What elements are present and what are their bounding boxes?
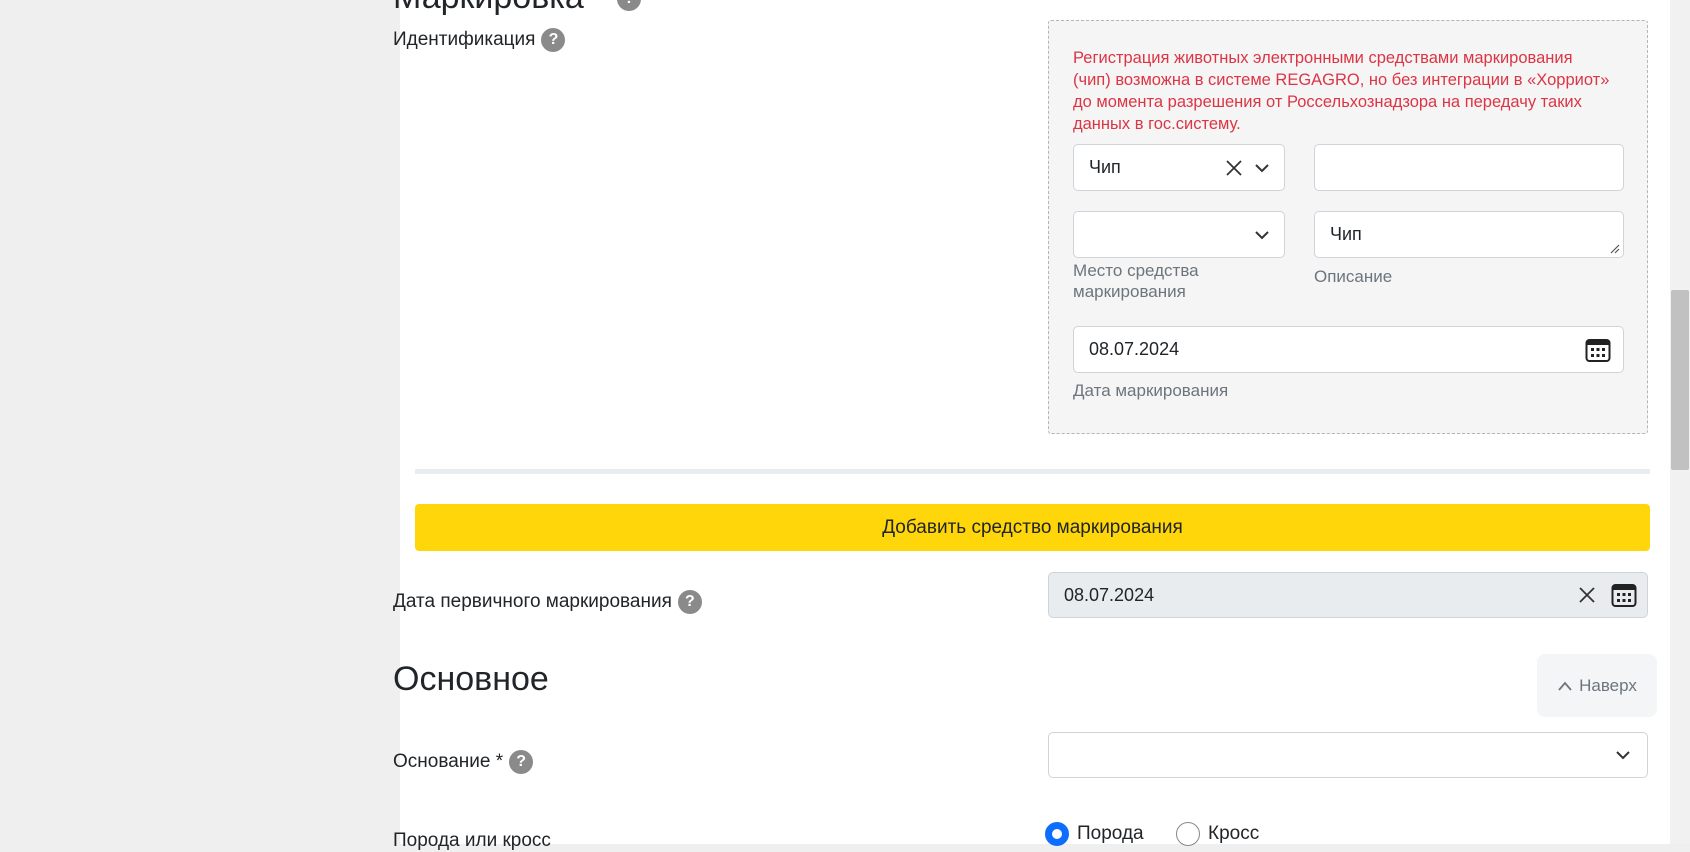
primary-marking-date-value: 08.07.2024 bbox=[1064, 584, 1155, 605]
identification-label-text: Идентификация bbox=[393, 29, 536, 50]
primary-marking-date-input[interactable]: 08.07.2024 bbox=[1048, 572, 1648, 618]
marking-number-input[interactable] bbox=[1314, 144, 1624, 191]
scrollbar-thumb[interactable] bbox=[1671, 290, 1689, 470]
scroll-to-top-label: Наверх bbox=[1579, 675, 1637, 695]
chevron-down-icon[interactable] bbox=[1254, 227, 1270, 243]
marking-type-value: Чип bbox=[1089, 157, 1121, 177]
marking-date-input[interactable]: 08.07.2024 bbox=[1073, 326, 1624, 373]
chevron-down-icon[interactable] bbox=[1254, 160, 1270, 176]
marking-place-label: Место средства маркирования bbox=[1073, 261, 1199, 301]
basis-select[interactable] bbox=[1048, 732, 1648, 778]
primary-marking-date-label: Дата первичного маркирования ? bbox=[393, 590, 702, 614]
radio-breed-label: Порода bbox=[1077, 823, 1144, 844]
section-title-marking-text: Маркировка bbox=[393, 0, 584, 16]
scroll-to-top-button[interactable]: Наверх bbox=[1537, 654, 1657, 717]
chevron-down-icon[interactable] bbox=[1615, 747, 1631, 763]
chip-warning-text: Регистрация животных электронными средст… bbox=[1073, 49, 1610, 133]
clear-icon[interactable] bbox=[1224, 158, 1244, 178]
radio-cross[interactable]: Кросс bbox=[1176, 822, 1259, 846]
radio-breed-control[interactable] bbox=[1045, 822, 1069, 846]
calendar-icon[interactable] bbox=[1585, 337, 1611, 363]
add-marking-device-button[interactable]: Добавить средство маркирования bbox=[415, 504, 1650, 551]
primary-marking-date-label-text: Дата первичного маркирования bbox=[393, 591, 672, 612]
radio-cross-control[interactable] bbox=[1176, 822, 1200, 846]
radio-cross-label: Кросс bbox=[1208, 823, 1260, 844]
radio-breed[interactable]: Порода bbox=[1045, 822, 1144, 846]
identification-label: Идентификация ? bbox=[393, 28, 566, 52]
description-textarea[interactable]: Чип bbox=[1314, 211, 1624, 258]
description-label: Описание bbox=[1314, 267, 1393, 286]
basis-label-text: Основание * bbox=[393, 751, 504, 772]
help-icon[interactable]: ? bbox=[677, 590, 702, 614]
help-icon[interactable]: ? bbox=[617, 0, 642, 12]
chevron-up-icon bbox=[1558, 681, 1572, 691]
help-icon[interactable]: ? bbox=[509, 750, 534, 774]
marking-place-select[interactable] bbox=[1073, 211, 1285, 258]
basis-label: Основание * ? bbox=[393, 750, 534, 774]
marking-date-value: 08.07.2024 bbox=[1089, 339, 1180, 359]
clear-icon[interactable] bbox=[1577, 585, 1597, 605]
section-title-main: Основное bbox=[393, 660, 549, 698]
marking-date-label: Дата маркирования bbox=[1073, 381, 1229, 400]
divider bbox=[415, 469, 1650, 474]
breed-or-cross-label: Порода или кросс bbox=[393, 830, 551, 851]
resize-handle-icon[interactable] bbox=[1610, 244, 1620, 254]
marking-type-select[interactable]: Чип bbox=[1073, 144, 1285, 191]
description-value: Чип bbox=[1330, 224, 1362, 244]
section-title-marking: Маркировка ? bbox=[393, 0, 642, 17]
calendar-icon[interactable] bbox=[1611, 582, 1637, 608]
help-icon[interactable]: ? bbox=[541, 28, 566, 52]
